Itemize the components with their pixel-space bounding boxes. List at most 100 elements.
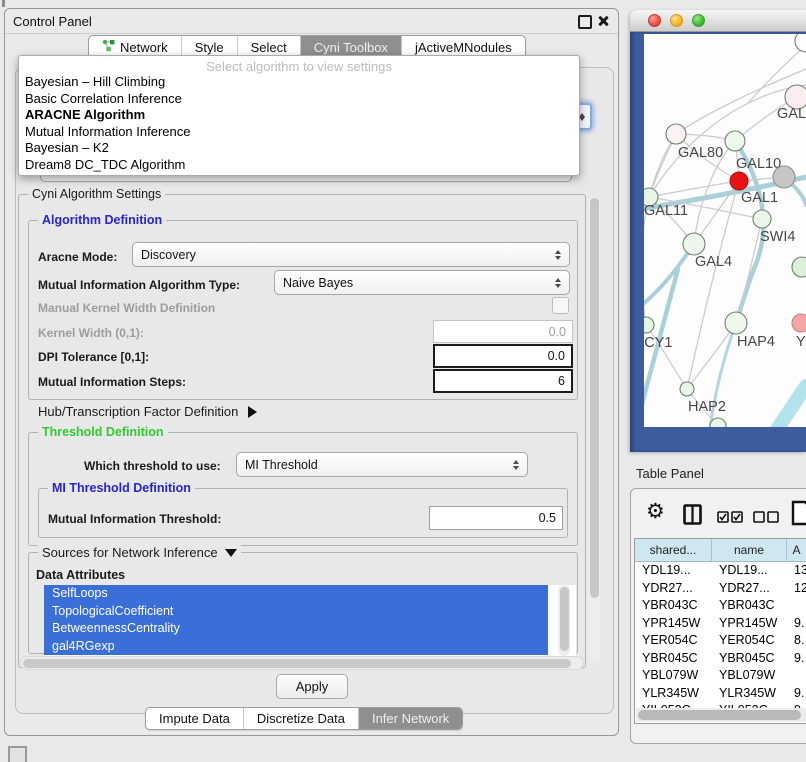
network-window-titlebar[interactable]	[630, 10, 806, 32]
collapse-down-icon[interactable]	[225, 549, 237, 557]
table-row[interactable]: YBR045CYBR045C9.	[635, 650, 806, 668]
tab-label: Select	[251, 40, 287, 55]
settings-horizontal-scrollbar[interactable]	[20, 656, 584, 670]
table-cell: YER054C	[712, 632, 787, 650]
mi-threshold-field[interactable]: 0.5	[429, 506, 563, 530]
algorithm-popup-list: Bayesian – Hill ClimbingBasic Correlatio…	[19, 74, 579, 173]
table-row[interactable]: YLR345WYLR345W9.	[635, 685, 806, 703]
table-row[interactable]: YPR145WYPR145W9.	[635, 615, 806, 633]
minimize-traffic-light[interactable]	[670, 14, 683, 27]
data-attribute-item[interactable]: BetweennessCentrality	[44, 620, 548, 638]
hub-definition-row[interactable]: Hub/Transcription Factor Definition	[38, 404, 257, 419]
kernel-width-field[interactable]: 0.0	[433, 320, 573, 343]
network-edge[interactable]	[760, 386, 806, 427]
table-cell: YER054C	[635, 632, 712, 650]
tab-infer-network[interactable]: Infer Network	[359, 708, 462, 729]
manual-kernel-checkbox[interactable]	[552, 297, 569, 314]
table-horizontal-scrollbar[interactable]	[636, 708, 806, 722]
network-node[interactable]	[683, 233, 705, 255]
algorithm-option[interactable]: Bayesian – K2	[19, 140, 579, 157]
network-node-label: GAL	[777, 106, 806, 122]
scrollbar-thumb[interactable]	[590, 198, 599, 598]
combobox-spinner-icon	[555, 278, 561, 288]
table-cell: YBL079W	[635, 667, 712, 685]
network-graph[interactable]: GALGAL80GAL10GAL1GAL11SWI4GAL4GCY1HAP4YH…	[644, 34, 806, 427]
algorithm-definition-title: Algorithm Definition	[38, 213, 166, 227]
network-node[interactable]	[773, 166, 795, 188]
data-attribute-item[interactable]: gal4RGexp	[44, 638, 548, 656]
network-edge[interactable]	[736, 219, 762, 323]
table-row[interactable]: YER054CYER054C8.	[635, 632, 806, 650]
mi-steps-field[interactable]: 6	[433, 369, 573, 393]
scrollbar-thumb[interactable]	[638, 710, 801, 720]
panel-title: Control Panel	[13, 14, 92, 29]
network-node-label: GAL80	[678, 145, 723, 161]
scrollbar-thumb[interactable]	[560, 587, 569, 651]
table-row[interactable]: YDL19...YDL19...13	[635, 562, 806, 580]
network-node[interactable]	[666, 124, 686, 144]
algorithm-option[interactable]: Bayesian – Hill Climbing	[19, 74, 579, 91]
network-view-window: GALGAL80GAL10GAL1GAL11SWI4GAL4GCY1HAP4YH…	[630, 10, 806, 452]
tab-impute-data[interactable]: Impute Data	[146, 708, 244, 729]
algorithm-option[interactable]: Mutual Information Inference	[19, 124, 579, 141]
mi-algorithm-type-combobox[interactable]: Naive Bayes	[274, 270, 570, 295]
close-window-icon[interactable]	[597, 15, 609, 27]
dpi-tolerance-label: DPI Tolerance [0,1]:	[38, 350, 149, 364]
collapsed-panel-icon[interactable]	[8, 746, 27, 762]
network-canvas[interactable]: GALGAL80GAL10GAL1GAL11SWI4GAL4GCY1HAP4YH…	[644, 34, 806, 427]
settings-vertical-scrollbar[interactable]	[588, 196, 600, 664]
dpi-tolerance-field[interactable]: 0.0	[433, 344, 573, 368]
document-icon[interactable]	[791, 500, 806, 531]
network-node[interactable]	[730, 172, 748, 190]
data-attributes-list[interactable]: SelfLoopsTopologicalCoefficientBetweenne…	[44, 585, 576, 656]
deselect-all-checkboxes-icon[interactable]	[753, 510, 779, 528]
apply-button[interactable]: Apply	[276, 674, 348, 699]
algorithm-option[interactable]: Basic Correlation Inference	[19, 91, 579, 108]
column-header-0[interactable]: shared...	[635, 539, 712, 561]
table-cell: YDR27...	[712, 580, 787, 598]
column-header-1[interactable]: name	[712, 539, 787, 561]
network-node[interactable]	[725, 131, 745, 151]
network-node[interactable]	[644, 317, 654, 333]
algorithm-option[interactable]: Dream8 DC_TDC Algorithm	[19, 157, 579, 174]
float-window-icon[interactable]	[578, 15, 592, 29]
data-attribute-item[interactable]: SelfLoops	[44, 585, 548, 603]
hub-definition-label: Hub/Transcription Factor Definition	[38, 404, 238, 419]
column-header-2[interactable]: A	[787, 539, 806, 561]
table-row[interactable]: YBL079WYBL079W	[635, 667, 806, 685]
algorithm-dropdown-popup: Select algorithm to view settings Bayesi…	[18, 55, 580, 176]
zoom-traffic-light[interactable]	[692, 14, 705, 27]
table-cell: YBR043C	[635, 597, 712, 615]
network-node[interactable]	[725, 312, 747, 334]
select-all-checkboxes-icon[interactable]	[717, 510, 743, 528]
network-node-label: HAP4	[737, 334, 775, 350]
which-threshold-combobox[interactable]: MI Threshold	[236, 452, 528, 477]
expand-right-icon[interactable]	[248, 406, 257, 418]
network-view-frame: GALGAL80GAL10GAL1GAL11SWI4GAL4GCY1HAP4YH…	[630, 32, 806, 452]
tab-discretize-data[interactable]: Discretize Data	[244, 708, 359, 729]
data-attribute-item[interactable]: TopologicalCoefficient	[44, 603, 548, 621]
network-node[interactable]	[795, 34, 806, 52]
split-columns-icon[interactable]	[683, 504, 702, 530]
table-cell: YBL079W	[712, 667, 787, 685]
table-cell: YPR145W	[635, 615, 712, 633]
attributes-list-scrollbar[interactable]	[558, 585, 570, 656]
aracne-mode-combobox[interactable]: Discovery	[132, 242, 570, 267]
table-row[interactable]: YBR043CYBR043C	[635, 597, 806, 615]
gear-icon[interactable]: ⚙	[646, 502, 665, 522]
table-cell: YBR045C	[712, 650, 787, 668]
algorithm-option[interactable]: ARACNE Algorithm	[19, 107, 579, 124]
network-node[interactable]	[680, 382, 694, 396]
manual-kernel-label: Manual Kernel Width Definition	[38, 301, 215, 315]
tab-label: Impute Data	[159, 711, 230, 726]
network-node[interactable]	[753, 210, 771, 228]
which-threshold-value: MI Threshold	[245, 458, 513, 472]
close-traffic-light[interactable]	[648, 14, 661, 27]
scrollbar-thumb[interactable]	[23, 659, 571, 668]
network-node[interactable]	[792, 257, 806, 277]
aracne-mode-label: Aracne Mode:	[38, 250, 117, 264]
network-node[interactable]	[792, 314, 806, 332]
titlebar-divider	[5, 33, 618, 34]
table-row[interactable]: YDR27...YDR27...12	[635, 580, 806, 598]
tab-label: Infer Network	[372, 711, 449, 726]
